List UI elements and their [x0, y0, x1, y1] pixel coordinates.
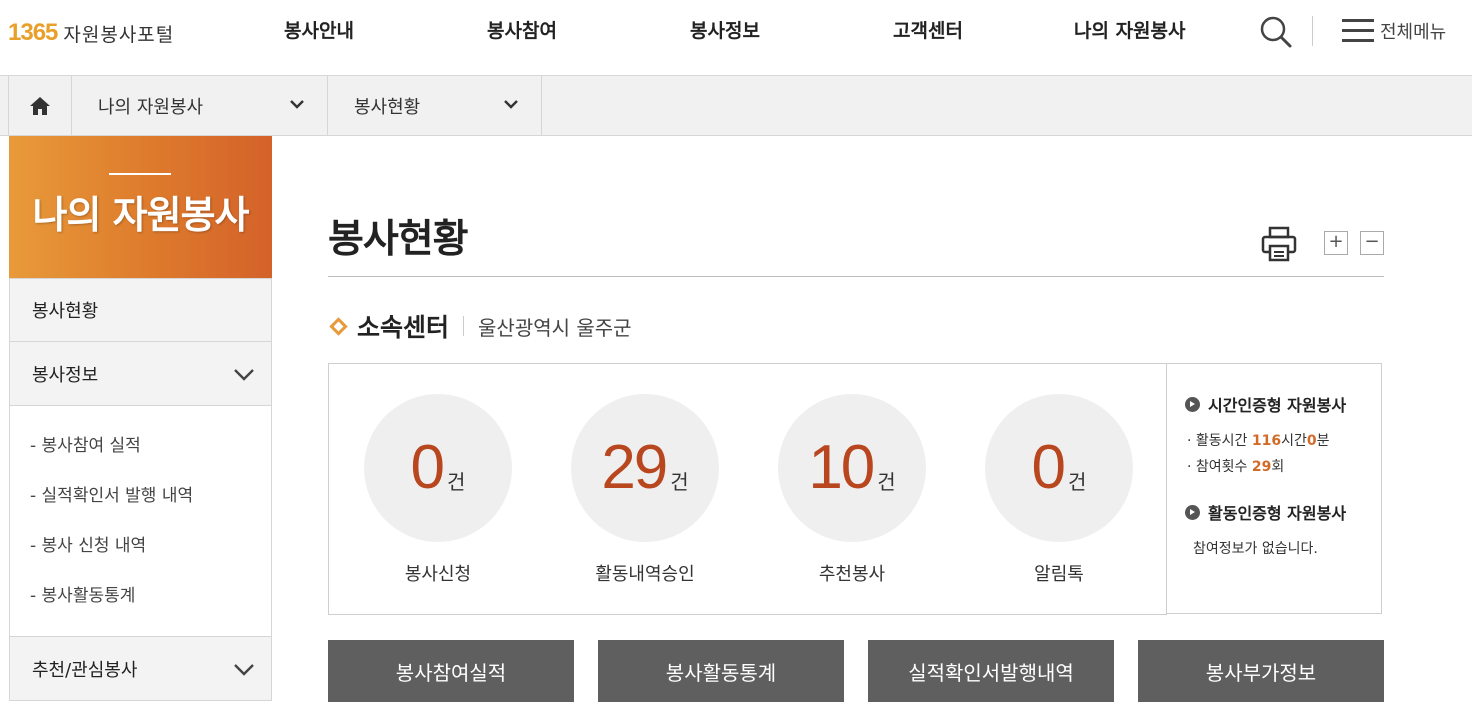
title-accent-line — [109, 173, 171, 175]
stat-unit: 건 — [670, 469, 689, 494]
volunteer-info-panel: 시간인증형 자원봉사 · 활동시간 116시간0분 · 참여횟수 29회 활동인… — [1166, 363, 1382, 614]
print-icon[interactable] — [1260, 226, 1298, 262]
activity-stats-button[interactable]: 봉사활동통계 — [598, 640, 844, 702]
location-level2[interactable]: 봉사현황 — [328, 76, 542, 135]
stat-value: 29 — [601, 433, 668, 502]
sidebar-header: 나의 자원봉사 — [9, 136, 272, 278]
location-level1-label: 나의 자원봉사 — [98, 96, 204, 118]
all-menu-button[interactable]: 전체메뉴 — [1342, 16, 1446, 46]
location-level2-label: 봉사현황 — [354, 96, 421, 118]
nav-my-volunteer[interactable]: 나의 자원봉사 — [1074, 16, 1186, 46]
stat-unit: 건 — [877, 469, 896, 494]
sidebar-item-label: 봉사현황 — [32, 301, 99, 322]
stat-circle: 0 건 — [985, 394, 1133, 542]
sidebar-menu: 봉사현황 봉사정보 - 봉사참여 실적 - 실적확인서 발행 내역 - 봉사 신… — [9, 278, 272, 701]
diamond-icon — [329, 316, 348, 336]
time-certified-title: 시간인증형 자원봉사 — [1208, 396, 1347, 415]
stat-value: 0 — [1031, 433, 1067, 502]
activity-hours: 116 — [1251, 433, 1282, 449]
stat-unit: 건 — [1068, 469, 1087, 494]
center-divider — [463, 316, 465, 336]
stat-label: 활동내역승인 — [595, 564, 695, 585]
activity-time-line: · 활동시간 116시간0분 — [1185, 430, 1381, 450]
nav-participate[interactable]: 봉사참여 — [487, 16, 557, 46]
additional-info-button[interactable]: 봉사부가정보 — [1138, 640, 1384, 702]
chevron-down-icon — [234, 369, 254, 381]
chevron-down-icon — [290, 100, 304, 109]
time-certified-heading: 시간인증형 자원봉사 — [1185, 392, 1381, 416]
nav-customer-center[interactable]: 고객센터 — [893, 16, 963, 46]
hamburger-icon — [1342, 18, 1374, 44]
minutes-unit: 분 — [1316, 433, 1330, 449]
stat-circle: 10 건 — [778, 394, 926, 542]
stats-panel: 0 건 봉사신청 29 건 활동내역승인 10 건 추천봉사 0 건 알림톡 — [328, 363, 1167, 615]
sidebar-submenu: - 봉사참여 실적 - 실적확인서 발행 내역 - 봉사 신청 내역 - 봉사활… — [9, 406, 272, 637]
logo-number: 1365 — [8, 19, 58, 46]
stat-recommended[interactable]: 10 건 추천봉사 — [777, 394, 927, 586]
arrow-circle-icon — [1185, 396, 1200, 412]
stat-application[interactable]: 0 건 봉사신청 — [363, 394, 513, 586]
participation-count: 29 — [1251, 459, 1272, 475]
participation-count-prefix: · 참여횟수 — [1187, 459, 1252, 475]
stat-circle: 29 건 — [571, 394, 719, 542]
certificate-history-button[interactable]: 실적확인서발행내역 — [868, 640, 1114, 702]
stat-label: 추천봉사 — [818, 564, 886, 585]
center-label: 소속센터 — [357, 313, 450, 342]
center-value: 울산광역시 울주군 — [478, 315, 632, 340]
zoom-in-button[interactable]: + — [1324, 231, 1348, 255]
activity-minutes: 0 — [1306, 433, 1317, 449]
participation-record-button[interactable]: 봉사참여실적 — [328, 640, 574, 702]
site-header: 1365 자원봉사포털 봉사안내 봉사참여 봉사정보 고객센터 나의 자원봉사 … — [0, 0, 1472, 76]
stat-alimtalk[interactable]: 0 건 알림톡 — [984, 394, 1134, 586]
location-level1[interactable]: 나의 자원봉사 — [72, 76, 328, 135]
count-unit: 회 — [1271, 459, 1285, 475]
activity-time-prefix: · 활동시간 — [1187, 433, 1252, 449]
sidebar-title: 나의 자원봉사 — [32, 193, 250, 237]
home-button[interactable] — [8, 76, 72, 135]
location-bar: 나의 자원봉사 봉사현황 — [0, 76, 1472, 136]
stat-label: 알림톡 — [1034, 564, 1084, 585]
stat-unit: 건 — [447, 469, 466, 494]
activity-certified-text: 참여정보가 없습니다. — [1193, 541, 1318, 557]
nav-info[interactable]: 봉사정보 — [690, 16, 760, 46]
submenu-activity-stats[interactable]: - 봉사활동통계 — [30, 571, 271, 621]
participation-count-line: · 참여횟수 29회 — [1185, 456, 1381, 476]
activity-certified-heading: 활동인증형 자원봉사 — [1185, 500, 1381, 524]
hours-unit: 시간 — [1281, 433, 1307, 449]
logo-text: 자원봉사포털 — [63, 23, 175, 46]
submenu-application-history[interactable]: - 봉사 신청 내역 — [30, 521, 271, 571]
all-menu-label: 전체메뉴 — [1380, 22, 1447, 43]
submenu-certificate-history[interactable]: - 실적확인서 발행 내역 — [30, 471, 271, 521]
stat-label: 봉사신청 — [404, 564, 472, 585]
zoom-out-button[interactable]: − — [1360, 231, 1384, 255]
nav-guide[interactable]: 봉사안내 — [284, 16, 354, 46]
stat-value: 0 — [410, 433, 446, 502]
activity-certified-title: 활동인증형 자원봉사 — [1208, 504, 1347, 523]
search-icon[interactable] — [1258, 14, 1294, 50]
submenu-participation-record[interactable]: - 봉사참여 실적 — [30, 421, 271, 471]
stat-activity-approved[interactable]: 29 건 활동내역승인 — [570, 394, 720, 586]
arrow-circle-icon — [1185, 504, 1200, 520]
site-logo[interactable]: 1365 자원봉사포털 — [8, 18, 174, 48]
header-divider — [1312, 16, 1313, 46]
sidebar-item-recommended[interactable]: 추천/관심봉사 — [9, 637, 272, 701]
sidebar-item-label: 추천/관심봉사 — [32, 659, 138, 681]
stat-value: 10 — [808, 433, 875, 502]
page-title: 봉사현황 — [328, 217, 469, 262]
sidebar-item-info[interactable]: 봉사정보 — [9, 342, 272, 406]
title-divider — [328, 276, 1384, 277]
home-icon — [30, 96, 50, 115]
chevron-down-icon — [504, 100, 518, 109]
sidebar-item-status[interactable]: 봉사현황 — [9, 278, 272, 342]
stat-circle: 0 건 — [364, 394, 512, 542]
affiliated-center: 소속센터 울산광역시 울주군 — [328, 308, 632, 344]
sidebar-item-label: 봉사정보 — [32, 364, 99, 386]
chevron-down-icon — [234, 664, 254, 676]
